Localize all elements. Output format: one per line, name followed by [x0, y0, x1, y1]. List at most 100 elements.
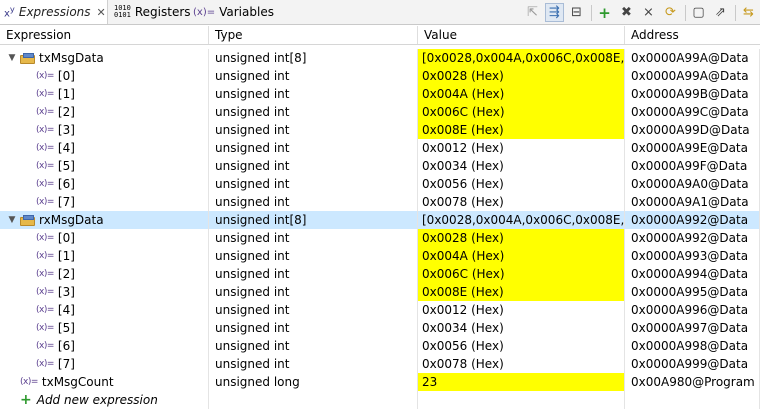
value-cell[interactable]: 0x0078 (Hex)	[418, 193, 625, 211]
address-cell: 0x0000A995@Data	[625, 283, 760, 301]
address-cell: 0x0000A992@Data	[625, 211, 760, 229]
address-cell: 0x0000A996@Data	[625, 301, 760, 319]
value-cell[interactable]: 0x006C (Hex)	[418, 265, 625, 283]
table-row[interactable]: (x)= [2] unsigned int 0x006C (Hex) 0x0000…	[0, 103, 760, 121]
add-expression-icon[interactable]: +	[595, 3, 614, 22]
variable-icon: (x)=	[20, 377, 38, 387]
pin-icon[interactable]: ⇆	[739, 3, 758, 22]
variable-icon: (x)=	[36, 341, 54, 351]
type-cell: unsigned int[8]	[209, 211, 418, 229]
column-header-value[interactable]: Value	[418, 26, 625, 44]
expression-name: [5]	[57, 159, 75, 173]
table-row[interactable]: (x)= txMsgCount unsigned long 23 0x00A980…	[0, 373, 760, 391]
value-cell[interactable]: 0x0012 (Hex)	[418, 301, 625, 319]
table-row[interactable]: (x)= [3] unsigned int 0x008E (Hex) 0x0000…	[0, 121, 760, 139]
show-type-names-icon[interactable]: ⇶	[545, 3, 564, 22]
table-row[interactable]: (x)= [7] unsigned int 0x0078 (Hex) 0x0000…	[0, 193, 760, 211]
remove-all-icon[interactable]: ⨯	[639, 3, 658, 22]
expression-name: [0]	[57, 231, 75, 245]
value-cell[interactable]: 0x008E (Hex)	[418, 283, 625, 301]
chevron-down-icon[interactable]: ▼	[6, 53, 18, 63]
table-row[interactable]: (x)= [3] unsigned int 0x008E (Hex) 0x0000…	[0, 283, 760, 301]
expression-name: [7]	[57, 357, 75, 371]
table-row[interactable]: (x)= [6] unsigned int 0x0056 (Hex) 0x0000…	[0, 337, 760, 355]
type-cell: unsigned int	[209, 175, 418, 193]
type-cell: unsigned int	[209, 319, 418, 337]
expression-name: [4]	[57, 141, 75, 155]
tab-registers[interactable]: 1010 0101 Registers	[114, 0, 191, 24]
type-cell	[209, 391, 418, 409]
address-cell: 0x0000A998@Data	[625, 337, 760, 355]
value-cell[interactable]: 0x0078 (Hex)	[418, 355, 625, 373]
value-cell[interactable]: 0x008E (Hex)	[418, 121, 625, 139]
table-row[interactable]: ▼ txMsgData unsigned int[8] [0x0028,0x00…	[0, 49, 760, 67]
value-cell[interactable]: 0x004A (Hex)	[418, 85, 625, 103]
value-cell[interactable]: 0x0034 (Hex)	[418, 319, 625, 337]
value-cell[interactable]: [0x0028,0x004A,0x006C,0x008E,0...	[418, 211, 625, 229]
variables-icon: (x)=	[193, 6, 216, 18]
table-row[interactable]: (x)= [5] unsigned int 0x0034 (Hex) 0x0000…	[0, 157, 760, 175]
value-cell[interactable]: 0x0012 (Hex)	[418, 139, 625, 157]
export-icon[interactable]: ⇗	[711, 3, 730, 22]
expression-name: [1]	[57, 249, 75, 263]
tab-expressions[interactable]: xy Expressions ✕	[0, 0, 108, 24]
table-row[interactable]: (x)= [4] unsigned int 0x0012 (Hex) 0x0000…	[0, 139, 760, 157]
expression-name: [3]	[57, 123, 75, 137]
toolbar-separator	[685, 4, 686, 21]
expression-cell: (x)= [0]	[0, 67, 209, 85]
refresh-icon[interactable]: ⟳	[661, 3, 680, 22]
value-cell[interactable]: 0x0028 (Hex)	[418, 67, 625, 85]
add-new-expression-label[interactable]: Add new expression	[37, 393, 158, 407]
tab-variables[interactable]: (x)= Variables	[193, 0, 274, 24]
chevron-down-icon[interactable]: ▼	[6, 215, 18, 225]
column-header-expression[interactable]: Expression	[0, 26, 209, 44]
expression-cell: (x)= [3]	[0, 121, 209, 139]
expression-name: [4]	[57, 303, 75, 317]
registers-icon: 1010 0101	[114, 4, 131, 19]
add-new-expression-row[interactable]: + Add new expression	[0, 391, 760, 409]
table-row[interactable]: (x)= [0] unsigned int 0x0028 (Hex) 0x0000…	[0, 229, 760, 247]
value-cell[interactable]: 0x004A (Hex)	[418, 247, 625, 265]
expression-name: txMsgCount	[41, 375, 114, 389]
variable-icon: (x)=	[36, 233, 54, 243]
address-cell: 0x0000A99F@Data	[625, 157, 760, 175]
value-cell[interactable]: [0x0028,0x004A,0x006C,0x008E,0...	[418, 49, 625, 67]
address-cell: 0x0000A99D@Data	[625, 121, 760, 139]
remove-expression-icon[interactable]: ✖	[617, 3, 636, 22]
table-row[interactable]: (x)= [1] unsigned int 0x004A (Hex) 0x0000…	[0, 247, 760, 265]
value-cell[interactable]: 0x0056 (Hex)	[418, 337, 625, 355]
table-row[interactable]: (x)= [7] unsigned int 0x0078 (Hex) 0x0000…	[0, 355, 760, 373]
table-row[interactable]: (x)= [5] unsigned int 0x0034 (Hex) 0x0000…	[0, 319, 760, 337]
table-row[interactable]: (x)= [4] unsigned int 0x0012 (Hex) 0x0000…	[0, 301, 760, 319]
value-cell[interactable]: 0x0056 (Hex)	[418, 175, 625, 193]
open-view-icon[interactable]: ▢	[689, 3, 708, 22]
variable-icon: (x)=	[36, 125, 54, 135]
value-cell[interactable]: 23	[418, 373, 625, 391]
close-icon[interactable]: ✕	[97, 6, 106, 19]
value-cell[interactable]: 0x0034 (Hex)	[418, 157, 625, 175]
column-header-type[interactable]: Type	[209, 26, 418, 44]
expression-cell: (x)= [2]	[0, 103, 209, 121]
table-row[interactable]: (x)= [0] unsigned int 0x0028 (Hex) 0x0000…	[0, 67, 760, 85]
expression-cell: (x)= [1]	[0, 247, 209, 265]
table-row[interactable]: (x)= [6] unsigned int 0x0056 (Hex) 0x0000…	[0, 175, 760, 193]
variable-icon: (x)=	[36, 107, 54, 117]
value-cell[interactable]: 0x0028 (Hex)	[418, 229, 625, 247]
variable-icon: (x)=	[36, 161, 54, 171]
collapse-all-icon[interactable]: ⇱	[523, 3, 542, 22]
type-cell: unsigned long	[209, 373, 418, 391]
collapse-icon[interactable]: ⊟	[567, 3, 586, 22]
expressions-tree: ▼ txMsgData unsigned int[8] [0x0028,0x00…	[0, 49, 760, 409]
table-row[interactable]: (x)= [1] unsigned int 0x004A (Hex) 0x0000…	[0, 85, 760, 103]
expression-cell: (x)= [7]	[0, 355, 209, 373]
toolbar-separator	[735, 4, 736, 21]
table-row[interactable]: (x)= [2] unsigned int 0x006C (Hex) 0x0000…	[0, 265, 760, 283]
value-cell[interactable]: 0x006C (Hex)	[418, 103, 625, 121]
array-icon	[20, 214, 35, 226]
address-cell: 0x0000A993@Data	[625, 247, 760, 265]
type-cell: unsigned int	[209, 85, 418, 103]
table-row[interactable]: ▼ rxMsgData unsigned int[8] [0x0028,0x00…	[0, 211, 760, 229]
tab-expressions-label: Expressions	[18, 5, 91, 19]
column-header-address[interactable]: Address	[625, 26, 760, 44]
variable-icon: (x)=	[36, 269, 54, 279]
